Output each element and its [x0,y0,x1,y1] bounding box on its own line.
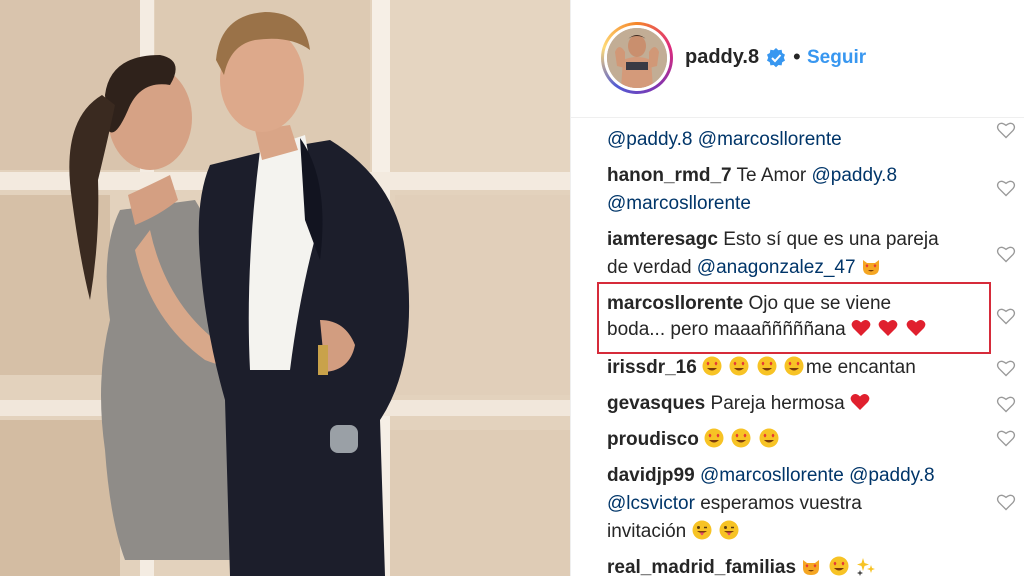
red-heart-emoji [878,320,898,336]
comment-line: irissdr_16 me encantan [607,356,916,380]
verified-badge-icon [767,48,785,68]
comment-text: Pareja hermosa [710,393,845,414]
mention-link[interactable]: @marcosllorente [698,129,842,150]
comment-text: Te Amor [736,165,807,186]
heart-eyes-cat-emoji [862,260,879,275]
mention-link[interactable]: @anagonzalez_47 [697,257,856,278]
heart-eyes-cat-emoji [803,560,820,575]
heart-eyes-emoji [729,356,749,376]
heart-outline-icon[interactable] [996,428,1016,448]
comment-line: @paddy.8 @marcosllorente [607,128,842,152]
heart-eyes-emoji [829,556,849,576]
comment-line: iamteresagc Esto sí que es una pareja [607,228,939,252]
comment-text: me encantan [805,357,916,378]
mention-link[interactable]: @marcosllorente [607,193,751,214]
mention-link[interactable]: @paddy.8 [607,129,693,150]
comment-line: davidjp99 @marcosllorente @paddy.8 [607,464,935,488]
comment-username[interactable]: irissdr_16 [607,357,697,378]
partial-emoji-icon [871,118,891,122]
comment-line: boda... pero maaañññññana [607,318,928,342]
comment-line: @lcsvictor esperamos vuestra [607,492,862,516]
comment-username[interactable]: proudisco [607,429,699,450]
comment-line: marcosllorente Ojo que se viene [607,292,891,316]
heart-outline-icon[interactable] [996,394,1016,414]
post-author-username[interactable]: paddy.8 [685,46,759,69]
comments-list[interactable]: @paddy.8 @marcosllorente hanon_rmd_7 Te … [571,118,1024,576]
heart-outline-icon[interactable] [996,244,1016,264]
heart-eyes-emoji [759,428,779,448]
comment-line: invitación [607,520,741,544]
post-header: paddy.8 • Seguir [571,0,1024,118]
follow-button[interactable]: Seguir [807,47,866,69]
comment-line: @marcosllorente [607,192,751,216]
separator-dot: • [793,44,801,69]
comment-username[interactable]: iamteresagc [607,229,718,250]
heart-outline-icon[interactable] [996,178,1016,198]
red-heart-emoji [906,320,925,336]
comment-text: de verdad [607,257,692,278]
heart-outline-icon[interactable] [996,358,1016,378]
mention-link[interactable]: @paddy.8 [812,165,898,186]
winking-tongue-emoji [692,520,711,540]
comment-username[interactable]: real_madrid_familias [607,557,796,576]
comment-text: invitación [607,521,687,542]
profile-avatar[interactable] [601,22,673,94]
heart-eyes-emoji [704,428,724,448]
comment-username[interactable]: marcosllorente [607,293,743,314]
comment-line: hanon_rmd_7 Te Amor @paddy.8 [607,164,897,188]
comment-text: Esto sí que es una pareja [723,229,939,250]
comment-line: real_madrid_familias [607,556,878,576]
comment-line: proudisco [607,428,781,452]
red-heart-emoji [850,394,870,410]
mention-link[interactable]: @lcsvictor [607,493,695,514]
post-photo[interactable] [0,0,570,576]
heart-outline-icon[interactable] [996,492,1016,512]
mention-link[interactable]: @paddy.8 [849,465,935,486]
comment-line: gevasques Pareja hermosa [607,392,872,416]
comment-username[interactable]: hanon_rmd_7 [607,165,732,186]
sparkles-emoji [856,558,875,576]
heart-outline-icon[interactable] [996,306,1016,326]
comment-text: esperamos vuestra [700,493,862,514]
red-heart-emoji [851,320,871,336]
mention-link[interactable]: @marcosllorente [700,465,844,486]
couple-photo-illustration [0,0,570,576]
winking-tongue-emoji [719,520,739,540]
comment-text: boda... pero maaañññññana [607,319,846,340]
comment-username[interactable]: davidjp99 [607,465,695,486]
post-side-panel: paddy.8 • Seguir @paddy.8 @marcosllorent… [570,0,1024,576]
heart-eyes-emoji [731,428,751,448]
comment-line: de verdad @anagonzalez_47 [607,256,883,280]
heart-eyes-emoji [757,356,777,376]
heart-eyes-emoji [784,356,804,376]
comment-username[interactable]: gevasques [607,393,705,414]
heart-eyes-emoji [702,356,722,376]
heart-outline-icon[interactable] [996,120,1016,140]
comment-text: Ojo que se viene [748,293,892,314]
